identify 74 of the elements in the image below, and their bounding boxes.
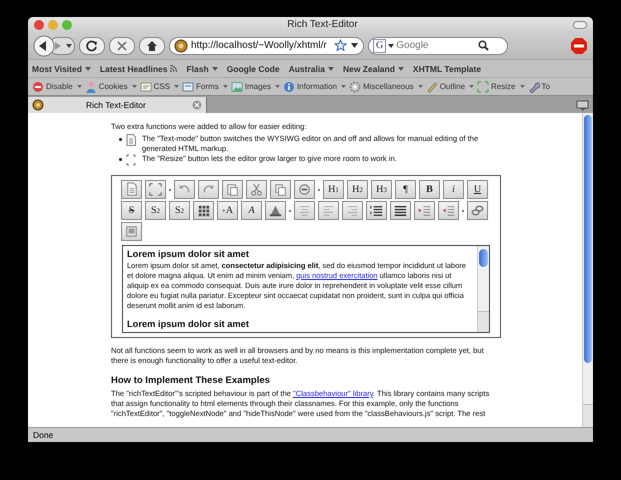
caret-icon: [398, 66, 404, 72]
document-icon: [140, 80, 152, 92]
toolbar-menu[interactable]: Outline: [426, 80, 474, 92]
scrollbar[interactable]: [582, 113, 593, 427]
format-button[interactable]: A: [241, 201, 262, 220]
resize-icon: [126, 154, 136, 166]
resize-icon: [146, 180, 165, 199]
search-icon[interactable]: [478, 40, 490, 51]
bullet-icon: [119, 158, 122, 161]
toolbar-button[interactable]: [265, 201, 286, 220]
address-field[interactable]: http://localhost/~Woolly/xhtml/r: [169, 36, 364, 54]
format-button[interactable]: S: [121, 201, 142, 220]
editing-area[interactable]: [122, 245, 490, 333]
toolbar-menu[interactable]: Information: [282, 80, 346, 92]
search-field[interactable]: G Google: [368, 36, 508, 54]
form-icon: [182, 80, 194, 92]
status-text: Done: [33, 430, 54, 440]
gear-icon: [348, 80, 361, 92]
caret-icon: [328, 66, 334, 72]
search-engine-button[interactable]: G: [373, 38, 386, 52]
info-icon: [282, 80, 295, 92]
site-icon: [174, 38, 188, 52]
toolbar-toggle-button[interactable]: [573, 20, 587, 28]
bookmark-star-icon[interactable]: [334, 39, 347, 52]
stop-sign-icon[interactable]: [570, 36, 588, 54]
site-icon: [32, 99, 44, 111]
bullet-icon: [119, 138, 122, 141]
toolbar-button[interactable]: [366, 201, 387, 220]
back-button[interactable]: [33, 34, 55, 56]
toolbar-button[interactable]: [390, 201, 411, 220]
format-button[interactable]: ¶: [395, 180, 416, 199]
format-button[interactable]: B: [419, 180, 440, 199]
dropdown-arrow-icon[interactable]: [350, 41, 359, 50]
browser-tab[interactable]: Rich Text-Editor: [28, 97, 207, 113]
bookmark-item[interactable]: Most Visited: [32, 64, 91, 74]
person-icon: [84, 80, 97, 92]
bookmark-item[interactable]: Latest Headlines: [100, 64, 178, 74]
picture-icon: [230, 80, 243, 92]
toolbar-menu[interactable]: Disable: [32, 80, 82, 92]
heading: Lorem ipsum dolor sit amet: [127, 319, 250, 329]
pencil-icon: [426, 80, 438, 92]
bookmark-item[interactable]: XHTML Template: [412, 64, 482, 74]
home-button[interactable]: [139, 36, 165, 54]
document-icon: [126, 134, 136, 146]
caret-icon: [84, 66, 91, 72]
toolbar-menu[interactable]: Cookies: [84, 80, 137, 92]
scrollbar[interactable]: [477, 246, 489, 332]
toolbar-button[interactable]: [193, 201, 214, 220]
close-button[interactable]: [34, 20, 44, 30]
toolbar-menu[interactable]: Images: [230, 80, 280, 92]
caret-icon: [212, 66, 218, 72]
stop-sign-icon: [32, 80, 44, 92]
toolbar-menu[interactable]: CSS: [140, 80, 180, 92]
bookmark-item[interactable]: Australia: [288, 64, 334, 74]
close-icon[interactable]: [192, 100, 202, 110]
tab-list-icon[interactable]: [576, 98, 590, 110]
format-button[interactable]: U: [467, 180, 488, 199]
format-button[interactable]: i: [443, 180, 464, 199]
window-title: Rich Text-Editor: [286, 19, 359, 30]
toolbar-menu[interactable]: To: [528, 80, 550, 92]
bookmark-item[interactable]: New Zealand: [342, 64, 404, 74]
resize-icon: [477, 80, 490, 92]
toolbar-menu[interactable]: Miscellaneous: [348, 80, 423, 92]
bookmark-item[interactable]: Google Code: [226, 64, 280, 74]
toolbar-menu[interactable]: Forms: [182, 80, 228, 92]
reload-button[interactable]: [79, 36, 105, 54]
feed-icon: [170, 65, 178, 72]
heading: Lorem ipsum dolor sit amet: [127, 249, 250, 259]
bookmark-item[interactable]: Flash: [186, 64, 218, 74]
caret-icon[interactable]: [388, 42, 394, 48]
section-heading: How to Implement These Examples: [111, 375, 271, 386]
stop-button[interactable]: [109, 36, 135, 54]
toolbar-menu[interactable]: Resize: [477, 80, 524, 92]
wrench-icon: [528, 80, 540, 92]
